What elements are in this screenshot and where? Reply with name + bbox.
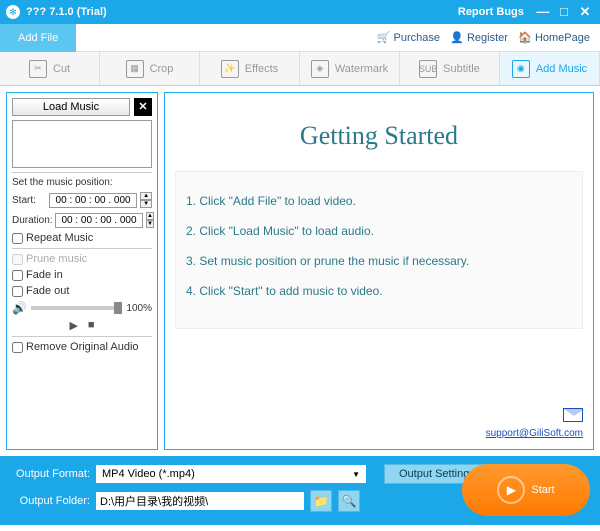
titlebar: ✻ ??? 7.1.0 (Trial) Report Bugs — □ ✕ [0, 0, 600, 24]
browse-folder-button[interactable]: 📁 [310, 490, 332, 512]
main-area: Load Music ✕ Set the music position: Sta… [0, 86, 600, 456]
output-format-select[interactable]: MP4 Video (*.mp4)▼ [96, 465, 366, 483]
start-time-input[interactable] [49, 193, 137, 208]
fade-in-checkbox[interactable]: Fade in [12, 269, 152, 281]
play-button[interactable]: ▶ [69, 319, 77, 332]
speaker-icon: 🔊 [12, 301, 27, 315]
report-bugs-link[interactable]: Report Bugs [458, 6, 524, 18]
clear-music-button[interactable]: ✕ [134, 98, 152, 116]
open-folder-button[interactable]: 🔍 [338, 490, 360, 512]
step-3: 3. Set music position or prune the music… [186, 254, 572, 268]
set-position-label: Set the music position: [12, 177, 152, 188]
load-music-button[interactable]: Load Music [12, 98, 130, 116]
music-file-box [12, 120, 152, 168]
steps-box: 1. Click "Add File" to load video. 2. Cl… [175, 171, 583, 329]
homepage-link[interactable]: 🏠HomePage [518, 31, 590, 45]
step-4: 4. Click "Start" to add music to video. [186, 284, 572, 298]
duration-label: Duration: [12, 215, 52, 226]
tab-effects[interactable]: ✨Effects [200, 52, 300, 85]
tab-add-music[interactable]: ◉Add Music [500, 52, 600, 85]
step-2: 2. Click "Load Music" to load audio. [186, 224, 572, 238]
cut-icon: ✂ [29, 60, 47, 78]
support-block: support@GiliSoft.com [175, 408, 583, 439]
window-controls: — □ ✕ [534, 4, 594, 20]
window-title: ??? 7.1.0 (Trial) [26, 6, 458, 18]
start-spinner[interactable]: ▲▼ [140, 192, 152, 208]
duration-time-input[interactable] [55, 213, 143, 228]
crop-icon: ▦ [126, 60, 144, 78]
remove-original-audio-checkbox[interactable]: Remove Original Audio [12, 341, 152, 353]
purchase-link[interactable]: 🛒Purchase [377, 31, 440, 45]
home-icon: 🏠 [518, 31, 532, 45]
subtitle-icon: SUB [419, 60, 437, 78]
feature-tabs: ✂Cut ▦Crop ✨Effects ◈Watermark SUBSubtit… [0, 52, 600, 86]
tab-crop[interactable]: ▦Crop [100, 52, 200, 85]
output-folder-label: Output Folder: [10, 495, 90, 507]
bottom-bar: Output Format: MP4 Video (*.mp4)▼ Output… [0, 456, 600, 525]
start-label: Start: [12, 195, 46, 206]
close-button[interactable]: ✕ [576, 4, 594, 20]
maximize-button[interactable]: □ [555, 4, 573, 19]
fade-out-checkbox[interactable]: Fade out [12, 285, 152, 297]
output-folder-input[interactable] [96, 492, 304, 510]
getting-started-heading: Getting Started [175, 121, 583, 151]
app-logo-icon: ✻ [6, 5, 20, 19]
tab-subtitle[interactable]: SUBSubtitle [400, 52, 500, 85]
volume-slider[interactable] [31, 306, 122, 310]
cart-icon: 🛒 [377, 31, 391, 45]
play-circle-icon: ▶ [497, 476, 525, 504]
repeat-music-checkbox[interactable]: Repeat Music [12, 232, 152, 244]
music-icon: ◉ [512, 60, 530, 78]
prune-music-checkbox[interactable]: Prune music [12, 253, 152, 265]
tab-cut[interactable]: ✂Cut [0, 52, 100, 85]
add-file-button[interactable]: Add File [0, 24, 76, 52]
watermark-icon: ◈ [311, 60, 329, 78]
support-email-link[interactable]: support@GiliSoft.com [486, 428, 583, 439]
start-button[interactable]: ▶ Start [462, 464, 590, 516]
user-icon: 👤 [450, 31, 464, 45]
mail-icon [563, 408, 583, 422]
chevron-down-icon: ▼ [352, 470, 360, 479]
duration-spinner[interactable]: ▲▼ [146, 212, 154, 228]
register-link[interactable]: 👤Register [450, 31, 508, 45]
tab-watermark[interactable]: ◈Watermark [300, 52, 400, 85]
music-side-panel: Load Music ✕ Set the music position: Sta… [6, 92, 158, 450]
top-toolbar: Add File 🛒Purchase 👤Register 🏠HomePage [0, 24, 600, 52]
step-1: 1. Click "Add File" to load video. [186, 194, 572, 208]
output-format-label: Output Format: [10, 468, 90, 480]
content-panel: Getting Started 1. Click "Add File" to l… [164, 92, 594, 450]
volume-value: 100% [126, 303, 152, 314]
minimize-button[interactable]: — [534, 4, 552, 19]
stop-button[interactable]: ■ [88, 319, 95, 332]
effects-icon: ✨ [221, 60, 239, 78]
